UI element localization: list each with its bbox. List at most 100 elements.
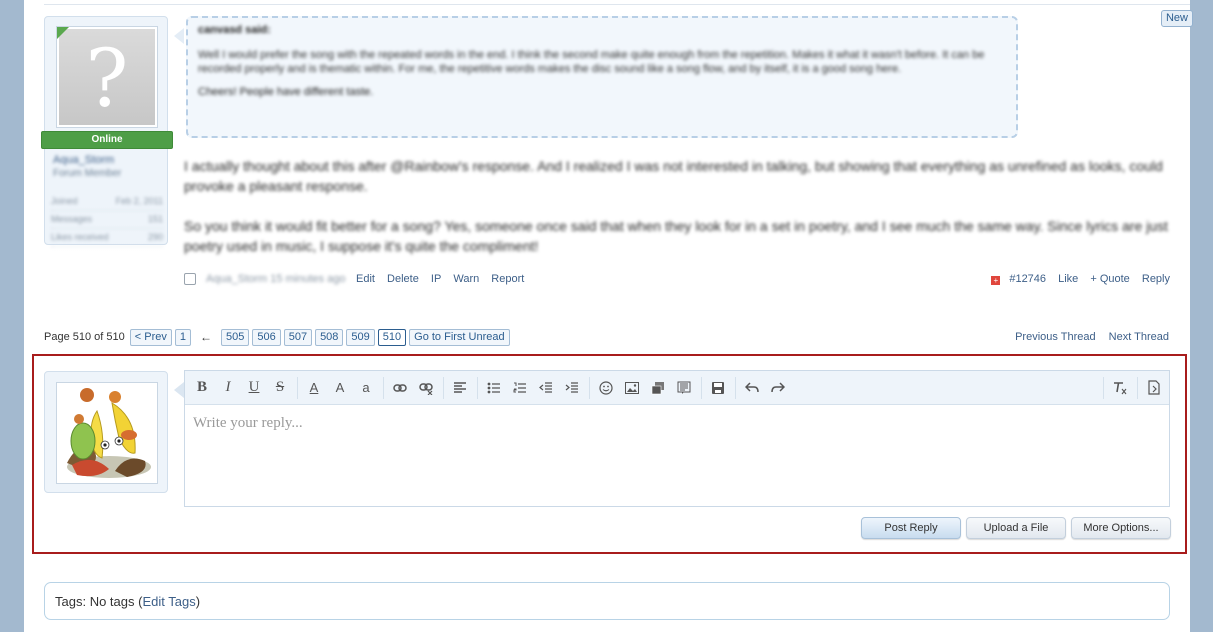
image-icon[interactable]	[621, 377, 643, 399]
toolbar-separator	[383, 376, 384, 399]
indent-icon[interactable]	[561, 377, 583, 399]
redo-icon[interactable]	[767, 377, 789, 399]
user-card: ? Online Aqua_Storm Forum Member Joined F…	[41, 16, 173, 247]
user-stats: Joined Feb 2, 2011 Messages 151 Likes rece…	[51, 193, 163, 247]
message-pointer-arrow	[174, 28, 184, 44]
unlink-icon[interactable]	[415, 377, 437, 399]
user-avatar[interactable]: ?	[56, 26, 158, 128]
quote-body: Well I would prefer the song with the re…	[198, 49, 985, 75]
message-paragraph: So you think it would fit better for a s…	[184, 218, 1168, 254]
online-status-badge: Online	[41, 131, 173, 149]
tags-label: Tags:	[55, 594, 87, 609]
user-stat-row: Likes received 290	[51, 229, 163, 247]
font-size-button[interactable]: A	[329, 377, 351, 399]
toolbar-separator	[443, 376, 444, 399]
toolbar-separator	[1103, 376, 1104, 399]
page-1-button[interactable]: 1	[174, 328, 191, 346]
user-stat-row: Messages 151	[51, 211, 163, 229]
like-link[interactable]: Like	[1058, 273, 1078, 285]
bullet-list-icon[interactable]	[483, 377, 505, 399]
user-stat-row: Joined Feb 2, 2011	[51, 193, 163, 211]
message-paragraph: I actually thought about this after @Rai…	[184, 158, 1163, 194]
stat-label: Messages	[51, 214, 93, 224]
page-508-button[interactable]: 508	[315, 328, 344, 346]
editor-toolbar: B I U S A A a	[185, 371, 1169, 405]
fruit-cartoon-avatar-image	[57, 383, 157, 483]
numbered-list-icon[interactable]	[509, 377, 531, 399]
media-icon[interactable]	[647, 377, 669, 399]
question-mark-icon: ?	[85, 32, 129, 125]
toolbar-separator	[477, 376, 478, 399]
prev-page-button[interactable]: < Prev	[129, 328, 172, 346]
post-number-link[interactable]: + #12746	[991, 273, 1046, 285]
more-options-button[interactable]: More Options...	[1071, 517, 1171, 539]
reply-buttons: Post Reply Upload a File More Options...	[856, 517, 1171, 539]
font-family-button[interactable]: a	[355, 377, 377, 399]
align-left-icon[interactable]	[449, 377, 471, 399]
post-meta: Aqua_Storm 15 minutes ago	[206, 273, 345, 285]
warn-link[interactable]: Warn	[453, 273, 479, 285]
goto-first-unread-button[interactable]: Go to First Unread	[409, 328, 510, 346]
quote-footer: Cheers! People have different taste.	[198, 86, 374, 98]
toggle-bbcode-icon[interactable]	[1143, 377, 1165, 399]
toolbar-right-group	[1101, 376, 1169, 399]
page-510-button-current[interactable]: 510	[377, 328, 407, 346]
post-footer: Aqua_Storm 15 minutes ago Edit Delete IP…	[184, 272, 1170, 288]
post-reply-button[interactable]: Post Reply	[861, 517, 961, 539]
username-link[interactable]: Aqua_Storm	[53, 154, 114, 166]
report-link[interactable]: Report	[491, 273, 524, 285]
toolbar-separator	[735, 376, 736, 399]
edit-link[interactable]: Edit	[356, 273, 375, 285]
smiley-icon[interactable]	[595, 377, 617, 399]
stat-value: 290	[147, 232, 163, 242]
thread-nav: Previous Thread Next Thread	[1005, 331, 1169, 343]
ip-link[interactable]: IP	[431, 273, 441, 285]
reply-user-card	[44, 371, 168, 493]
page-jump-arrow[interactable]: ←	[200, 330, 212, 344]
reply-textarea[interactable]: Write your reply...	[185, 405, 1169, 442]
strikethrough-button[interactable]: S	[269, 377, 291, 399]
edit-tags-link[interactable]: Edit Tags	[142, 594, 195, 609]
post-select-checkbox[interactable]	[184, 273, 196, 285]
reply-user-avatar[interactable]	[56, 382, 158, 484]
reply-pointer-arrow	[174, 382, 184, 398]
save-draft-icon[interactable]	[707, 377, 729, 399]
bold-button[interactable]: B	[191, 377, 213, 399]
stat-label: Likes received	[51, 232, 109, 242]
outdent-icon[interactable]	[535, 377, 557, 399]
page-509-button[interactable]: 509	[346, 328, 375, 346]
reply-link[interactable]: Reply	[1142, 273, 1170, 285]
link-icon[interactable]	[389, 377, 411, 399]
delete-link[interactable]: Delete	[387, 273, 419, 285]
quote-link[interactable]: + Quote	[1090, 273, 1129, 285]
italic-button[interactable]: I	[217, 377, 239, 399]
page-507-button[interactable]: 507	[283, 328, 313, 346]
quote-icon[interactable]	[673, 377, 695, 399]
next-thread-link[interactable]: Next Thread	[1109, 331, 1169, 343]
font-color-button[interactable]: A	[303, 377, 325, 399]
stat-value: Feb 2, 2011	[115, 196, 163, 206]
stat-value: 151	[147, 214, 163, 224]
undo-icon[interactable]	[741, 377, 763, 399]
quote-header[interactable]: canvasd said:	[198, 24, 1006, 36]
post-message: I actually thought about this after @Rai…	[184, 156, 1174, 276]
pagination: Page 510 of 510 < Prev 1 ← 505 506 507 5…	[44, 328, 510, 346]
page-506-button[interactable]: 506	[252, 328, 281, 346]
underline-button[interactable]: U	[243, 377, 265, 399]
post-actions: + #12746 Like + Quote Reply	[991, 273, 1170, 285]
quote-block: canvasd said: Well I would prefer the so…	[186, 16, 1018, 138]
plus-icon: +	[991, 276, 1001, 285]
default-avatar-image: ?	[59, 29, 155, 125]
post-controls: Edit Delete IP Warn Report	[356, 273, 533, 285]
toolbar-separator	[701, 376, 702, 399]
remove-format-icon[interactable]	[1109, 377, 1131, 399]
toolbar-separator	[1137, 376, 1138, 399]
avatar-corner-ribbon	[57, 27, 69, 39]
page-505-button[interactable]: 505	[220, 328, 250, 346]
post-time[interactable]: 15 minutes ago	[270, 273, 345, 285]
post-author[interactable]: Aqua_Storm	[206, 273, 267, 285]
tags-box: Tags: No tags (Edit Tags)	[44, 582, 1170, 620]
upload-file-button[interactable]: Upload a File	[966, 517, 1066, 539]
top-divider	[44, 4, 1190, 5]
previous-thread-link[interactable]: Previous Thread	[1015, 331, 1096, 343]
